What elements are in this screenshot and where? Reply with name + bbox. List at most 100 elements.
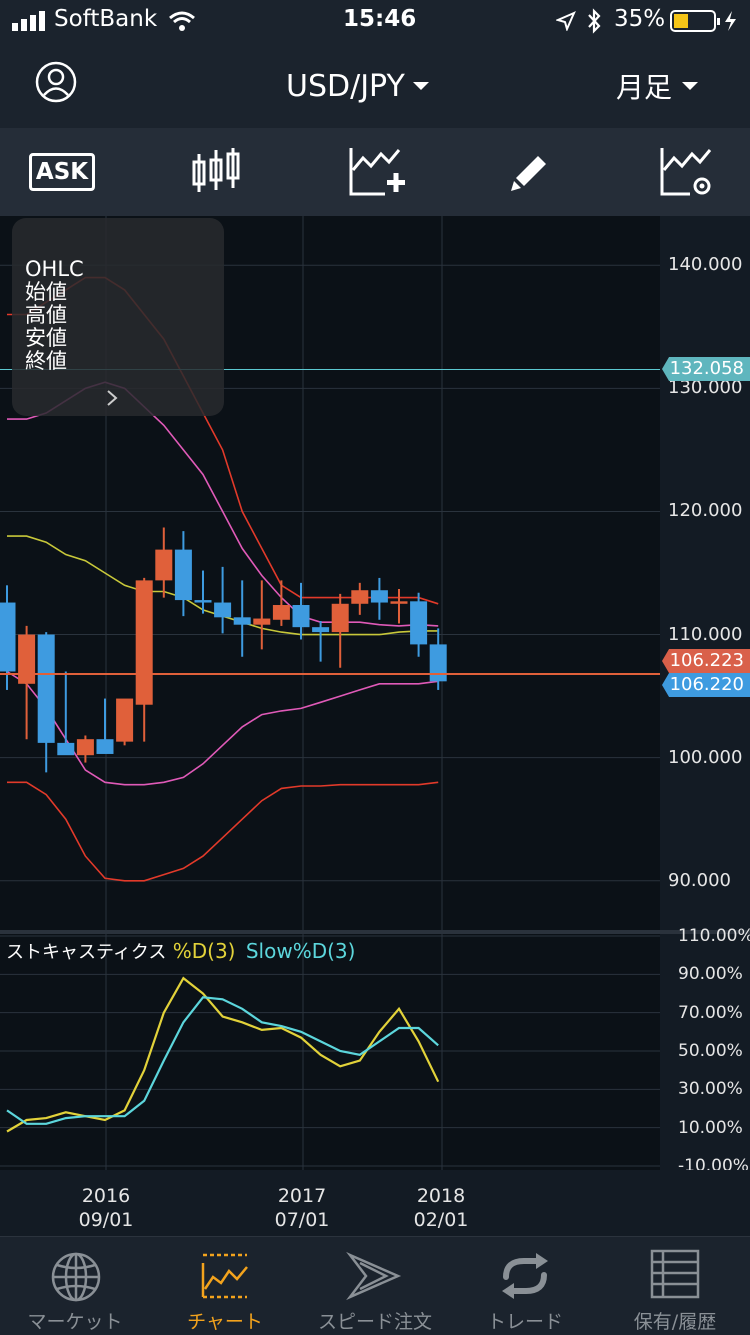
indicator-settings-button[interactable] — [650, 128, 720, 216]
bid-price-tag: 106.223 — [662, 649, 750, 673]
tab-history-label: 保有/履歴 — [633, 1311, 717, 1333]
date-label: 2016 09/01 — [78, 1185, 134, 1231]
history-icon — [650, 1249, 700, 1299]
add-indicator-button[interactable] — [340, 128, 410, 216]
current-price-line — [0, 673, 660, 675]
cellular-signal-icon — [12, 11, 45, 31]
candle-body — [272, 605, 290, 620]
tab-trade[interactable]: トレード — [450, 1237, 600, 1335]
candle-body — [292, 605, 310, 628]
candlestick-icon — [192, 148, 240, 192]
stochastic-label: ストキャスティクス — [6, 942, 167, 963]
stochastic-tick-label: 10.00% — [678, 1117, 743, 1138]
tab-bar: マーケット チャート スピード注文 トレード 保有/履歴 — [0, 1236, 750, 1335]
candle-body — [233, 617, 251, 625]
chevron-down-icon — [682, 82, 699, 90]
ohlc-title: OHLC — [25, 257, 84, 281]
low-label: 安値 — [25, 326, 67, 350]
open-label: 始値 — [25, 280, 67, 304]
tab-chart-label: チャート — [187, 1311, 263, 1333]
stochastic-series-line — [6, 976, 440, 1133]
stochastic-tick-label: 90.00% — [678, 964, 743, 985]
close-label: 終値 — [25, 349, 67, 373]
candle-body — [135, 580, 153, 705]
tab-trade-label: トレード — [486, 1311, 563, 1333]
price-tick-label: 90.000 — [668, 869, 731, 891]
ask-bid-toggle-button[interactable]: ASK — [20, 128, 104, 216]
candle-body — [116, 698, 134, 742]
globe-icon — [51, 1252, 101, 1302]
price-tick-label: 120.000 — [668, 500, 743, 522]
tab-speed-order[interactable]: スピード注文 — [300, 1237, 450, 1335]
candle-body — [76, 739, 94, 756]
candle-body — [96, 739, 114, 754]
line-value-tag: 132.058 — [662, 357, 750, 381]
stochastic-tick-label: 50.00% — [678, 1041, 743, 1061]
currency-pair-selector[interactable]: USD/JPY — [286, 66, 431, 106]
ask-label: ASK — [28, 153, 96, 191]
clock: 15:46 — [343, 6, 417, 32]
chart-settings-icon — [660, 148, 712, 196]
lower-band-outer-line — [7, 781, 439, 882]
tab-speed-order-label: スピード注文 — [317, 1311, 432, 1333]
candle-body — [370, 590, 388, 603]
date-label: 2017 07/01 — [274, 1185, 330, 1231]
candle-body — [429, 644, 447, 682]
candle-body — [194, 600, 212, 603]
candle-body — [351, 590, 369, 604]
candle-body — [312, 627, 330, 633]
ask-price-tag: 106.220 — [662, 673, 750, 697]
chart-icon — [201, 1253, 248, 1299]
stochastic-tick-label: 70.00% — [678, 1002, 743, 1023]
candle-body — [410, 601, 428, 645]
tab-chart[interactable]: チャート — [150, 1237, 300, 1335]
price-tick-label: 100.000 — [668, 746, 743, 768]
trade-icon — [502, 1253, 548, 1299]
add-indicator-icon — [349, 148, 405, 196]
ohlc-info-panel[interactable]: OHLC 始値 高値 安値 終値 — [12, 218, 224, 416]
battery-icon — [670, 10, 736, 32]
wifi-icon — [169, 11, 195, 31]
pct-d-legend: %D(3) — [172, 939, 236, 963]
candle-body — [390, 601, 408, 604]
chart-type-button[interactable] — [180, 128, 252, 216]
chevron-right-icon[interactable] — [104, 388, 120, 408]
account-icon[interactable] — [34, 60, 78, 104]
candle-body — [331, 603, 349, 633]
carrier-label: SoftBank — [54, 6, 158, 32]
stochastic-tick-label: 30.00% — [678, 1079, 743, 1100]
currency-pair-label: USD/JPY — [286, 68, 405, 104]
bluetooth-icon — [588, 8, 601, 34]
tab-history[interactable]: 保有/履歴 — [600, 1237, 750, 1335]
battery-percent: 35% — [614, 6, 666, 32]
drawing-tool-button[interactable] — [500, 128, 560, 216]
timeframe-selector[interactable]: 月足 — [616, 66, 700, 106]
chevron-down-icon — [412, 82, 429, 90]
candle-body — [155, 549, 173, 581]
candle-body — [253, 618, 271, 625]
location-arrow-icon — [556, 11, 576, 31]
lower-band-inner-line — [6, 670, 439, 786]
tab-market[interactable]: マーケット — [0, 1237, 150, 1335]
timeframe-label: 月足 — [616, 71, 673, 104]
price-tick-label: 110.000 — [668, 623, 743, 645]
chart-toolbar: ASK — [0, 128, 750, 216]
nav-bar: USD/JPY 月足 — [0, 42, 750, 128]
date-label: 2018 02/01 — [413, 1185, 469, 1231]
price-tick-label: 140.000 — [668, 254, 743, 276]
tab-market-label: マーケット — [27, 1311, 123, 1333]
stochastic-panel[interactable]: ストキャスティクス %D(3) Slow%D(3) — [0, 934, 750, 1170]
stochastic-legend: ストキャスティクス %D(3) Slow%D(3) — [6, 938, 355, 964]
high-label: 高値 — [25, 303, 67, 327]
candle-body — [18, 634, 36, 684]
stochastic-chart[interactable] — [0, 934, 660, 1170]
candle-body — [174, 549, 192, 601]
pencil-icon — [511, 156, 546, 191]
candle-body — [214, 602, 232, 618]
date-axis: 2016 09/01 2017 07/01 2018 02/01 — [0, 1170, 750, 1236]
candle-body — [37, 634, 55, 743]
candle-body — [57, 742, 75, 756]
slow-pct-d-legend: Slow%D(3) — [245, 939, 356, 963]
stochastic-tick-label: 110.00% — [678, 926, 750, 946]
status-bar: SoftBank 15:46 35% — [0, 0, 750, 42]
